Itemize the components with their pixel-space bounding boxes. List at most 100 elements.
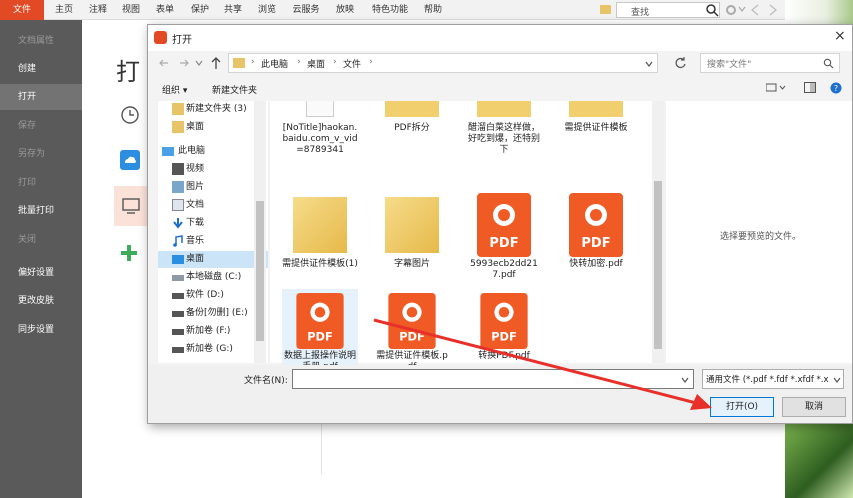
list-item[interactable]: PDF 转换PDF.pdf — [466, 289, 542, 361]
cloud-icon[interactable] — [120, 150, 140, 170]
sidebar-item-preferences[interactable]: 偏好设置 — [0, 260, 82, 286]
pdf-label: PDF — [489, 236, 518, 251]
chevron-right-icon: › — [333, 57, 337, 67]
chevron-down-icon[interactable] — [681, 376, 689, 384]
document-icon — [172, 199, 184, 211]
breadcrumb-this-pc[interactable]: 此电脑 — [261, 57, 288, 70]
drive-icon — [172, 329, 184, 335]
menu-bar: 文件 主页 注释 视图 表单 保护 共享 浏览 云服务 放映 特色功能 帮助 查… — [0, 0, 853, 20]
folder-icon — [172, 103, 184, 115]
list-item[interactable]: [NoTitle]haokan.baidu.com_v_vid=8789341 — [282, 101, 358, 187]
menu-cloud[interactable]: 云服务 — [287, 0, 325, 20]
computer-icon — [122, 198, 140, 214]
breadcrumb-desktop[interactable]: 桌面 — [307, 57, 325, 70]
cancel-button[interactable]: 取消 — [782, 397, 846, 417]
up-icon[interactable] — [210, 56, 222, 70]
pdf-label: PDF — [399, 329, 425, 343]
menu-file[interactable]: 文件 — [0, 0, 44, 20]
pdf-icon: PDF — [569, 193, 623, 257]
menu-home[interactable]: 主页 — [50, 0, 78, 20]
close-icon[interactable]: × — [834, 28, 846, 44]
menu-view[interactable]: 视图 — [117, 0, 145, 20]
list-item[interactable]: PDF 数据上报操作说明手册.pdf — [282, 289, 358, 373]
organize-button[interactable]: 组织 ▾ — [162, 83, 187, 96]
prev-icon[interactable] — [750, 4, 760, 16]
divider — [321, 420, 322, 475]
open-button[interactable]: 打开(O) — [710, 397, 774, 417]
dialog-titlebar: 打开 × — [148, 25, 852, 51]
nav-item-desktop[interactable]: 桌面 — [158, 251, 268, 268]
folder-icon — [600, 5, 611, 14]
refresh-icon[interactable] — [674, 56, 687, 69]
sidebar-item-close[interactable]: 关闭 — [0, 227, 82, 253]
folder-icon — [569, 101, 623, 117]
computer-tile[interactable] — [114, 186, 148, 226]
address-bar[interactable]: › 此电脑 › 桌面 › 文件 › — [228, 53, 658, 73]
drive-icon — [172, 347, 184, 353]
file-scroll-thumb[interactable] — [654, 181, 662, 349]
sidebar-item-save-as[interactable]: 另存为 — [0, 141, 82, 167]
nav-scroll-thumb[interactable] — [256, 201, 264, 341]
sidebar-item-batch-print[interactable]: 批量打印 — [0, 198, 82, 224]
forward-icon[interactable] — [178, 57, 190, 69]
sidebar-item-create[interactable]: 创建 — [0, 56, 82, 82]
menu-browse[interactable]: 浏览 — [253, 0, 281, 20]
chevron-down-icon[interactable] — [738, 5, 746, 13]
folder-icon — [385, 197, 439, 253]
nav-scrollbar[interactable] — [254, 101, 266, 363]
list-item[interactable]: PDF拆分 — [374, 101, 450, 161]
folder-icon — [477, 101, 531, 117]
menu-form[interactable]: 表单 — [151, 0, 179, 20]
list-item[interactable]: 需提供证件模板(1) — [282, 193, 358, 283]
menu-features[interactable]: 特色功能 — [366, 0, 414, 20]
list-item[interactable]: 字幕图片 — [374, 193, 450, 283]
help-icon[interactable]: ? — [830, 82, 842, 94]
list-item[interactable]: 醋溜白菜这样做，好吃到爆，还特别下 — [466, 101, 542, 187]
breadcrumb-files[interactable]: 文件 — [343, 57, 361, 70]
sidebar-item-sync[interactable]: 同步设置 — [0, 317, 82, 343]
menu-slideshow[interactable]: 放映 — [331, 0, 359, 20]
filename-input[interactable] — [292, 369, 694, 389]
drive-icon — [172, 293, 184, 299]
sidebar-item-save[interactable]: 保存 — [0, 113, 82, 139]
drive-icon — [172, 275, 184, 281]
chevron-right-icon: › — [251, 57, 255, 67]
download-icon — [173, 218, 183, 229]
menu-annotate[interactable]: 注释 — [84, 0, 112, 20]
menu-protect[interactable]: 保护 — [186, 0, 214, 20]
list-item[interactable]: PDF 5993ecb2dd217.pdf — [466, 193, 542, 283]
search-icon[interactable] — [705, 3, 719, 17]
gear-icon[interactable] — [724, 3, 738, 17]
chevron-down-icon[interactable] — [195, 59, 203, 67]
pdf-icon: PDF — [388, 293, 436, 349]
list-item[interactable]: PDF 快转加密.pdf — [558, 193, 634, 283]
pdf-label: PDF — [307, 329, 333, 343]
list-item[interactable]: 需提供证件模板 — [558, 101, 634, 161]
sidebar-item-properties[interactable]: 文档属性 — [0, 28, 82, 54]
new-folder-button[interactable]: 新建文件夹 — [212, 83, 257, 96]
preview-pane-icon[interactable] — [804, 82, 816, 93]
page-title: 打 — [116, 58, 140, 86]
document-icon — [306, 101, 334, 117]
background-photo-top — [785, 0, 853, 24]
pdf-icon: PDF — [477, 193, 531, 257]
list-item[interactable]: PDF 需提供证件模板.pdf — [374, 289, 450, 372]
preview-text: 选择要预览的文件。 — [720, 232, 802, 242]
view-options-icon[interactable] — [766, 83, 786, 93]
sidebar-item-skin[interactable]: 更改皮肤 — [0, 288, 82, 314]
add-icon[interactable] — [120, 244, 138, 262]
menu-help[interactable]: 帮助 — [419, 0, 447, 20]
file-list-scrollbar[interactable] — [652, 101, 664, 363]
sidebar-item-print[interactable]: 打印 — [0, 170, 82, 196]
clock-icon[interactable] — [120, 105, 140, 125]
chevron-down-icon[interactable] — [645, 60, 653, 68]
menu-share[interactable]: 共享 — [219, 0, 247, 20]
music-icon — [173, 235, 183, 247]
folder-search-input[interactable]: 搜索"文件" — [700, 53, 840, 73]
search-placeholder: 查找 — [631, 8, 650, 18]
filetype-select[interactable]: 通用文件 (*.pdf *.fdf *.xfdf *.x — [702, 369, 844, 389]
next-icon[interactable] — [768, 4, 778, 16]
sidebar-item-open[interactable]: 打开 — [0, 84, 82, 110]
dialog-title: 打开 — [172, 35, 192, 46]
back-icon[interactable] — [158, 57, 170, 69]
